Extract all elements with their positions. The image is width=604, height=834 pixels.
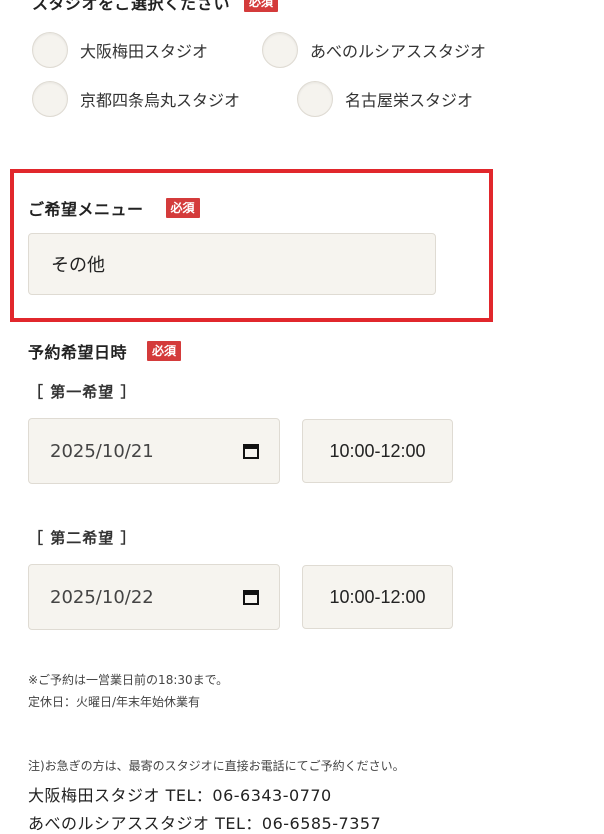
- reservation-note: ※ご予約は一営業日前の18:30まで。 定休日：火曜日/年末年始休業有: [28, 669, 228, 713]
- date-value: 2025/10/21: [50, 440, 154, 462]
- radio-label: 名古屋栄スタジオ: [345, 91, 474, 110]
- first-choice-label: ［ 第一希望 ］: [28, 383, 137, 401]
- menu-section-title: ご希望メニュー: [28, 200, 144, 219]
- radio-button[interactable]: [297, 81, 333, 117]
- radio-option-abeno-lucias[interactable]: あべのルシアススタジオ: [262, 32, 486, 68]
- second-choice-date-input[interactable]: 2025/10/22: [28, 564, 280, 630]
- menu-section-header: ご希望メニュー 必須: [28, 196, 200, 220]
- tel-osaka-umeda[interactable]: 大阪梅田スタジオ TEL：06-6343-0770: [28, 782, 332, 806]
- datetime-section-title: 予約希望日時: [28, 343, 128, 362]
- radio-option-kyoto-shijo[interactable]: 京都四条烏丸スタジオ: [32, 81, 240, 117]
- tel-abeno-lucias[interactable]: あべのルシアススタジオ TEL：06-6585-7357: [28, 810, 381, 834]
- date-value: 2025/10/22: [50, 586, 154, 608]
- time-value: 10:00-12:00: [329, 586, 426, 607]
- required-badge: 必須: [147, 341, 182, 361]
- second-choice-label: ［ 第二希望 ］: [28, 529, 137, 547]
- menu-select[interactable]: その他: [28, 233, 436, 295]
- studio-section-title: スタジオをご選択ください: [32, 0, 231, 13]
- first-choice-time-select[interactable]: 10:00-12:00: [302, 419, 453, 483]
- radio-button[interactable]: [32, 32, 68, 68]
- radio-option-nagoya-sakae[interactable]: 名古屋栄スタジオ: [297, 81, 473, 117]
- first-choice-date-input[interactable]: 2025/10/21: [28, 418, 280, 484]
- studio-section-header: スタジオをご選択ください 必須: [32, 0, 279, 14]
- radio-option-osaka-umeda[interactable]: 大阪梅田スタジオ: [32, 32, 208, 68]
- time-value: 10:00-12:00: [329, 440, 426, 461]
- required-badge: 必須: [165, 198, 200, 218]
- required-badge: 必須: [244, 0, 279, 12]
- radio-button[interactable]: [32, 81, 68, 117]
- note-holidays: 定休日：火曜日/年末年始休業有: [28, 695, 201, 709]
- radio-label: 京都四条烏丸スタジオ: [80, 91, 241, 110]
- radio-label: 大阪梅田スタジオ: [80, 42, 209, 61]
- radio-button[interactable]: [262, 32, 298, 68]
- menu-select-value: その他: [51, 255, 105, 276]
- calendar-icon[interactable]: [243, 589, 259, 605]
- calendar-icon[interactable]: [243, 443, 259, 459]
- radio-label: あべのルシアススタジオ: [310, 42, 487, 61]
- datetime-section-header: 予約希望日時 必須: [28, 339, 182, 363]
- studio-section: スタジオをご選択ください 必須 大阪梅田スタジオ あべのルシアススタジオ 京都四…: [0, 0, 604, 130]
- second-choice-time-select[interactable]: 10:00-12:00: [302, 565, 453, 629]
- urgent-note: 注)お急ぎの方は、最寄のスタジオに直接お電話にてご予約ください。: [28, 759, 405, 773]
- note-deadline: ※ご予約は一営業日前の18:30まで。: [28, 673, 229, 687]
